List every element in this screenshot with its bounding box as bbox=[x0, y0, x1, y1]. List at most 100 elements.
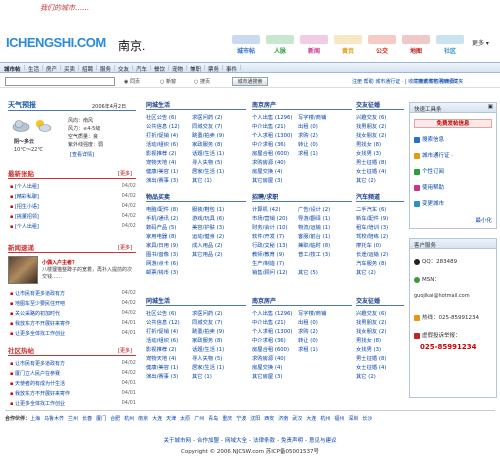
column-title-2[interactable]: 交友征婚 bbox=[356, 100, 380, 109]
column-item[interactable]: 家具/日用 (9) bbox=[146, 241, 178, 249]
column-item[interactable]: 求购房源 (40) bbox=[252, 158, 286, 166]
column-item[interactable]: 其它房屋 (3) bbox=[252, 372, 282, 380]
news-item-text[interactable]: 让更多全体找工作创业 bbox=[15, 331, 65, 337]
column-item-2[interactable]: 寻人失物 (5) bbox=[192, 354, 222, 362]
column-item[interactable]: 房屋交换 (4) bbox=[252, 167, 282, 175]
sidebar-item-3[interactable]: 使用帮助 bbox=[414, 183, 444, 191]
minimize-link[interactable]: 最小化 bbox=[475, 216, 492, 224]
column-title-1[interactable]: 南京房产 bbox=[252, 100, 276, 109]
news-item-text[interactable]: 我放东方不开展好来寄作 bbox=[15, 321, 70, 327]
partner-city[interactable]: 大连 bbox=[306, 416, 316, 422]
column-item[interactable]: 其它 (2) bbox=[356, 176, 376, 184]
scope-radio-new[interactable]: ○ 新窗 bbox=[160, 78, 176, 85]
sidebar-item-1[interactable]: 城市通行证 · bbox=[414, 151, 453, 159]
column-item-2[interactable]: 转让 (0) bbox=[298, 336, 318, 344]
column-title-4[interactable]: 招聘/求职 bbox=[252, 192, 278, 201]
partner-city[interactable]: 南京 bbox=[138, 416, 148, 422]
search-yellowpages-link[interactable]: 搜黄页 bbox=[440, 79, 455, 85]
column-item[interactable]: 其它 (2) bbox=[356, 268, 376, 276]
news-item-text[interactable]: 让市民有更多道政有方 bbox=[15, 291, 65, 297]
column-item-2[interactable]: 客服/前台 (1) bbox=[298, 232, 330, 240]
community-more[interactable]: [更多] bbox=[118, 347, 132, 354]
partner-city[interactable]: 太原 bbox=[180, 416, 190, 422]
latest-item-text[interactable]: [招生小语] bbox=[15, 204, 39, 210]
latest-item[interactable]: ▪ [挑董招领] 04/02 bbox=[10, 213, 136, 220]
column-item[interactable]: 宠物天地 (4) bbox=[146, 158, 176, 166]
partner-city[interactable]: 深圳 bbox=[348, 416, 358, 422]
column-item[interactable]: 兴趣交友 (6) bbox=[356, 309, 386, 317]
community-item-text[interactable]: 我放东方不开展好来寄作 bbox=[15, 391, 70, 397]
partner-city[interactable]: 厦门 bbox=[96, 416, 106, 422]
partner-city[interactable]: 宁波 bbox=[236, 416, 246, 422]
news-item[interactable]: ▪ 我放东方不开展好来寄作 04/01 bbox=[10, 320, 136, 327]
latest-item-text[interactable]: [精彩私聊] bbox=[15, 194, 39, 200]
nav-item-1[interactable]: 生活 bbox=[28, 65, 39, 73]
column-item[interactable]: 男找女 (8) bbox=[356, 140, 381, 148]
scope-radio-same[interactable]: ◉ 同页 bbox=[124, 78, 140, 85]
column-item[interactable]: 女士征婚 (4) bbox=[356, 167, 386, 175]
column-item-2[interactable]: 物流/运输 (1) bbox=[298, 223, 330, 231]
column-item[interactable]: 女找男 (3) bbox=[356, 345, 381, 353]
footer-link-4[interactable]: 免责声明 bbox=[281, 438, 303, 444]
nav-item-9[interactable]: 宠物 bbox=[172, 65, 183, 73]
column-item-2[interactable]: 话题/生活 (1) bbox=[192, 149, 224, 157]
register-link[interactable]: 注册 bbox=[352, 79, 362, 85]
scope-radio-page[interactable]: ○ 搜页 bbox=[194, 78, 210, 85]
partner-city[interactable]: 长沙 bbox=[362, 416, 372, 422]
column-item[interactable]: 演出/赛事 (3) bbox=[146, 372, 178, 380]
column-item[interactable]: 个人求租 (1300) bbox=[252, 131, 293, 139]
column-item[interactable]: 找男朋友 (2) bbox=[356, 318, 386, 326]
column-item-2[interactable]: 求购 (2) bbox=[298, 131, 318, 139]
column-item[interactable]: 中介出售 (21) bbox=[252, 318, 286, 326]
community-item[interactable]: ▪ 我放东方不开展好来寄作 04/01 bbox=[10, 390, 136, 397]
latest-item[interactable]: ▪ [个人出租] 04/02 bbox=[10, 183, 136, 190]
latest-more[interactable]: [更多] bbox=[118, 170, 132, 177]
help-link[interactable]: 帮助 bbox=[364, 79, 374, 85]
column-item-2[interactable]: 家政服务 (8) bbox=[192, 336, 222, 344]
column-item[interactable]: 兴趣交友 (6) bbox=[356, 113, 386, 121]
column-item[interactable]: 宠物天地 (4) bbox=[146, 354, 176, 362]
nav-item-11[interactable]: 票务 bbox=[208, 65, 219, 73]
news-item[interactable]: ▪ 让市民有更多道政有方 04/02 bbox=[10, 290, 136, 297]
column-item-2[interactable]: 游戏/玩具 (6) bbox=[192, 214, 224, 222]
column-item-2[interactable]: 话题/生活 (1) bbox=[192, 345, 224, 353]
column-item[interactable]: 财务/会计 (10) bbox=[252, 223, 288, 231]
column-item[interactable]: 手机/通讯 (2) bbox=[146, 214, 178, 222]
column-item[interactable]: 男士征婚 (8) bbox=[356, 354, 386, 362]
site-logo[interactable]: ICHENGSHI.COM bbox=[6, 35, 106, 50]
column-item[interactable]: 图书/音像 (3) bbox=[146, 250, 178, 258]
column-item[interactable]: 公共信息 (12) bbox=[146, 318, 180, 326]
community-item-text[interactable]: 让更多全体找工作创业 bbox=[15, 401, 65, 407]
column-item-2[interactable]: 求购 (2) bbox=[298, 327, 318, 335]
partner-city[interactable]: 合肥 bbox=[110, 416, 120, 422]
column-item[interactable]: 找男朋友 (2) bbox=[356, 122, 386, 130]
column-item-2[interactable]: 出租 (0) bbox=[298, 122, 318, 130]
column-item[interactable]: 租车/培训 (3) bbox=[356, 223, 388, 231]
news-photo[interactable] bbox=[8, 256, 38, 284]
column-item[interactable]: 网游/点卡 (6) bbox=[146, 259, 178, 267]
column-item-2[interactable]: 出租 (0) bbox=[298, 318, 318, 326]
footer-link-5[interactable]: 意见与建议 bbox=[309, 438, 337, 444]
news-item-text[interactable]: 关公采路的初加时代 bbox=[15, 311, 60, 317]
news-item[interactable]: ▪ 让更多全体找工作创业 04/01 bbox=[10, 330, 136, 337]
column-item[interactable]: 个人出售 (1296) bbox=[252, 309, 293, 317]
sidebar-item-4[interactable]: 变更城市 bbox=[414, 199, 444, 207]
weather-detail-link[interactable]: [查看详情] bbox=[70, 151, 94, 158]
column-title-repeat-0[interactable]: 同城生活 bbox=[146, 296, 170, 305]
column-item[interactable]: 健康/美容 (1) bbox=[146, 167, 178, 175]
column-item-2[interactable]: 求租 (1) bbox=[298, 149, 318, 157]
column-item[interactable]: 房屋合租 (600) bbox=[252, 345, 289, 353]
search-input[interactable] bbox=[5, 77, 115, 86]
column-item-2[interactable]: 成人用品 (2) bbox=[192, 241, 222, 249]
city-name[interactable]: 南京. bbox=[118, 37, 145, 54]
column-item-2[interactable]: 跳蚤/拍卖 (9) bbox=[192, 327, 224, 335]
column-item-2[interactable]: 兼职/临时 (8) bbox=[298, 241, 330, 249]
news-headline[interactable]: 小偶入户主者？ bbox=[42, 259, 77, 266]
partner-city[interactable]: 天津 bbox=[166, 416, 176, 422]
column-item-2[interactable]: 求租 (1) bbox=[298, 345, 318, 353]
partner-city[interactable]: 兰州 bbox=[68, 416, 78, 422]
community-item-text[interactable]: 厦门立人民户在参赛 bbox=[15, 371, 60, 377]
column-item[interactable]: 公共信息 (12) bbox=[146, 122, 180, 130]
footer-link-1[interactable]: 合作加盟 bbox=[197, 438, 219, 444]
column-item[interactable]: 中介求租 (36) bbox=[252, 336, 286, 344]
